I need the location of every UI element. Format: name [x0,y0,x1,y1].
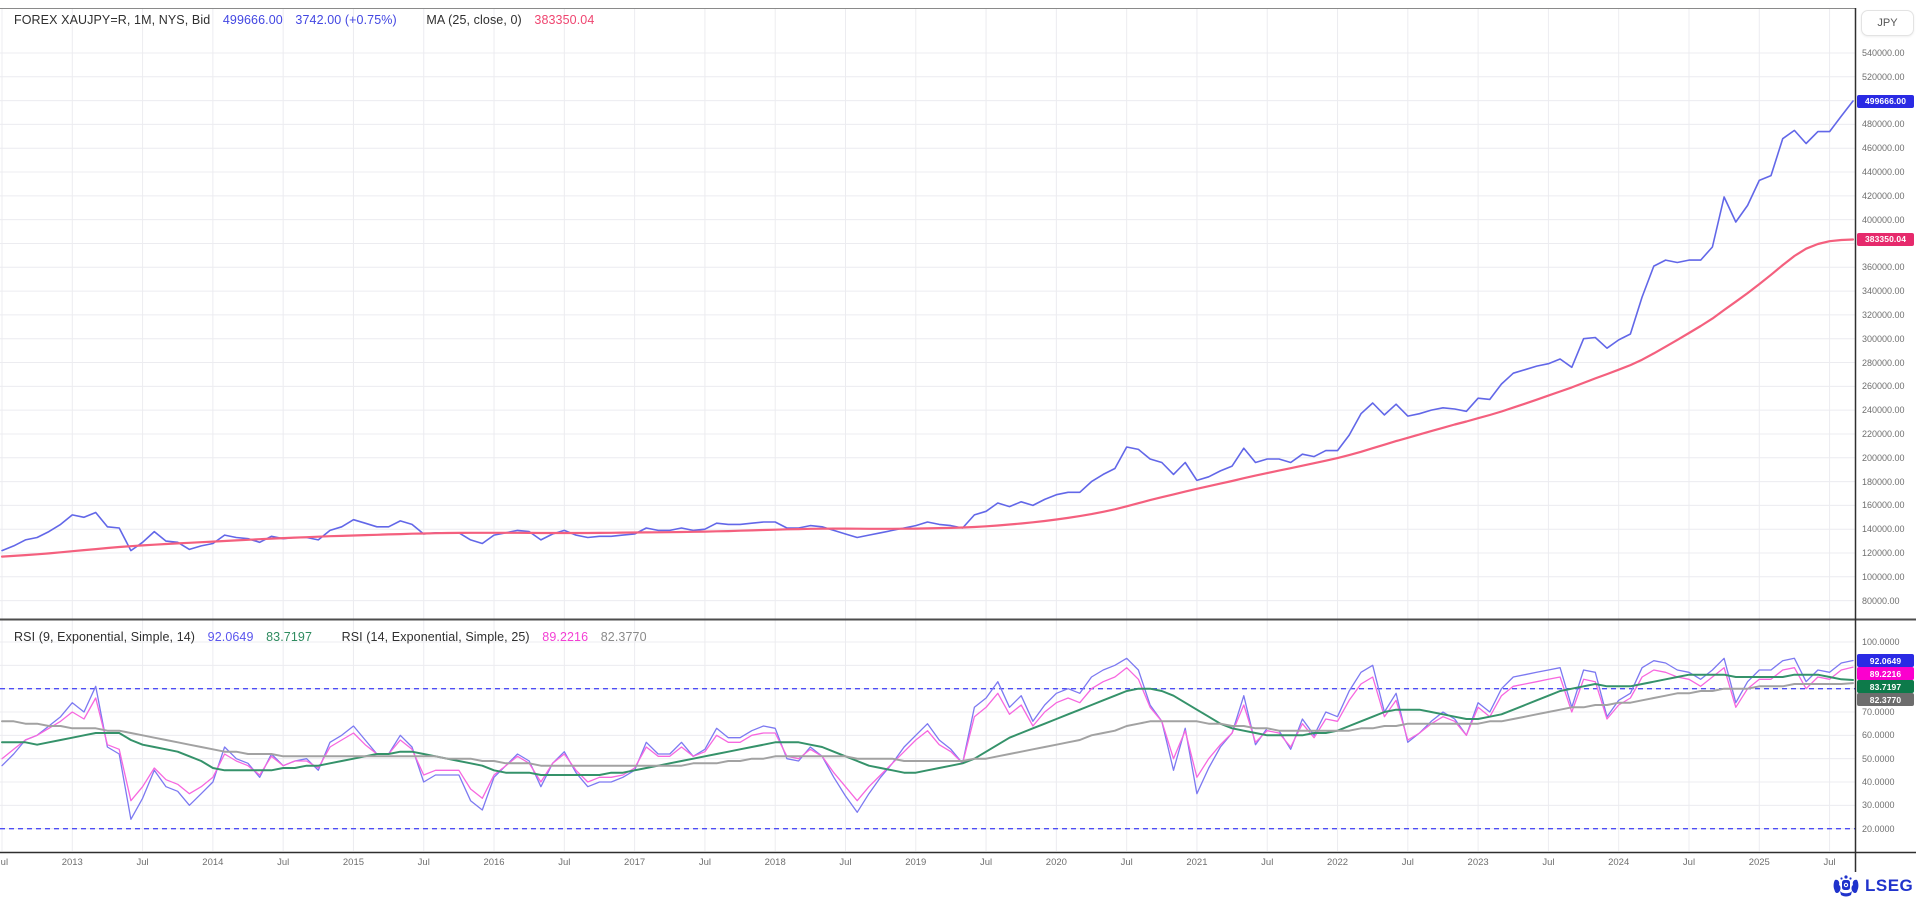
axis-price-badge: 83.7197 [1857,680,1914,693]
x-axis-tick: 2020 [1046,857,1067,868]
x-axis-tick: Jul [1261,857,1273,868]
axis-price-badge: 92.0649 [1857,654,1914,667]
lseg-logo-text: LSEG [1865,876,1913,896]
price-axis-tick: 300000.00 [1862,334,1905,344]
x-axis-tick: 2018 [765,857,786,868]
rsi-axis-tick: 20.0000 [1862,824,1895,834]
rsi9-label: RSI (9, Exponential, Simple, 14) [14,630,195,644]
price-axis-tick: 200000.00 [1862,453,1905,463]
x-axis-tick: 2013 [62,857,83,868]
last-price-value: 499666.00 [223,13,283,27]
x-axis-tick: 2024 [1608,857,1629,868]
x-axis-tick: 2016 [483,857,504,868]
rsi-axis-tick: 30.0000 [1862,800,1895,810]
x-axis-tick: Jul [1823,857,1835,868]
x-axis-tick: Jul [1542,857,1554,868]
rsi9-value: 92.0649 [208,630,254,644]
x-axis-tick: 2015 [343,857,364,868]
rsi-axis-tick: 100.0000 [1862,637,1900,647]
price-axis-tick: 260000.00 [1862,381,1905,391]
x-axis-tick: 2022 [1327,857,1348,868]
price-axis-tick: 400000.00 [1862,215,1905,225]
price-axis-tick: 320000.00 [1862,310,1905,320]
currency-axis-button[interactable]: JPY [1861,10,1914,36]
axis-price-badge: 82.3770 [1857,693,1914,706]
rsi-axis-tick: 40.0000 [1862,777,1895,787]
rsi-legend: RSI (9, Exponential, Simple, 14) 92.0649… [14,630,656,644]
rsi9-ma-value: 83.7197 [266,630,312,644]
x-axis-tick: Jul [418,857,430,868]
price-axis-tick: 80000.00 [1862,596,1900,606]
price-axis-tick: 280000.00 [1862,358,1905,368]
x-axis-tick: 2025 [1749,857,1770,868]
x-axis-tick: Jul [839,857,851,868]
x-axis-tick: Jul [1683,857,1695,868]
price-axis-tick: 440000.00 [1862,167,1905,177]
x-axis-tick: Jul [980,857,992,868]
chart-window: FOREX XAUJPY=R, 1M, NYS, Bid 499666.00 3… [0,0,1916,905]
x-axis-tick: Jul [137,857,149,868]
price-legend: FOREX XAUJPY=R, 1M, NYS, Bid 499666.00 3… [14,13,603,27]
price-axis-tick: 340000.00 [1862,286,1905,296]
rsi14-value: 89.2216 [542,630,588,644]
x-axis-tick: Jul [277,857,289,868]
rsi14-ma-value: 82.3770 [601,630,647,644]
x-axis-tick: 2023 [1468,857,1489,868]
chart-canvas[interactable] [0,0,1916,905]
lseg-crest-icon [1832,874,1860,898]
lseg-logo: LSEG [1832,874,1913,898]
x-axis-tick: 2019 [905,857,926,868]
rsi14-label: RSI (14, Exponential, Simple, 25) [342,630,530,644]
price-axis-tick: 220000.00 [1862,429,1905,439]
price-axis-tick: 160000.00 [1862,500,1905,510]
x-axis-tick: 2014 [202,857,223,868]
axis-price-badge: 383350.04 [1857,233,1914,246]
price-axis-tick: 480000.00 [1862,119,1905,129]
rsi-axis-tick: 70.0000 [1862,707,1895,717]
price-change-value: 3742.00 (+0.75%) [295,13,396,27]
price-axis-tick: 360000.00 [1862,262,1905,272]
ma-legend-label: MA (25, close, 0) [426,13,522,27]
x-axis-tick: Jul [1402,857,1414,868]
price-axis-tick: 520000.00 [1862,72,1905,82]
axis-price-badge: 499666.00 [1857,95,1914,108]
instrument-label: FOREX XAUJPY=R, 1M, NYS, Bid [14,13,210,27]
price-axis-tick: 420000.00 [1862,191,1905,201]
price-axis-tick: 100000.00 [1862,572,1905,582]
x-axis-tick: 2017 [624,857,645,868]
price-axis-tick: 140000.00 [1862,524,1905,534]
x-axis-tick: 2021 [1186,857,1207,868]
x-axis-tick: Jul [1121,857,1133,868]
x-axis-tick: Jul [558,857,570,868]
x-axis-tick: Jul [0,857,8,868]
axis-price-badge: 89.2216 [1857,667,1914,680]
price-axis-tick: 460000.00 [1862,143,1905,153]
price-axis-tick: 180000.00 [1862,477,1905,487]
price-axis-tick: 540000.00 [1862,48,1905,58]
ma-legend-value: 383350.04 [534,13,594,27]
rsi-axis-tick: 50.0000 [1862,754,1895,764]
price-axis-tick: 120000.00 [1862,548,1905,558]
x-axis-tick: Jul [699,857,711,868]
price-axis-tick: 240000.00 [1862,405,1905,415]
rsi-axis-tick: 60.0000 [1862,730,1895,740]
